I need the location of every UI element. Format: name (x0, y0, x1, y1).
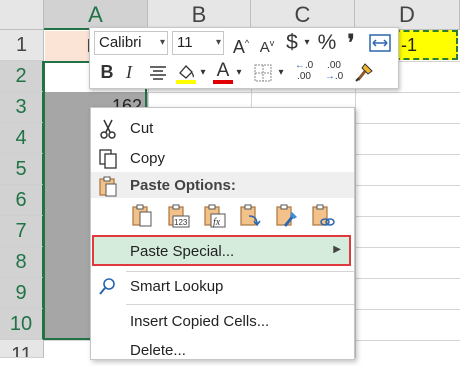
row-header-4[interactable]: 4 (0, 123, 44, 154)
cut-label: Cut (130, 120, 154, 137)
column-header-d[interactable]: D (355, 0, 460, 30)
copy-icon (99, 149, 117, 169)
menu-item-delete[interactable]: Delete... (91, 334, 354, 366)
paste-options-icons: 123 fx (127, 202, 349, 232)
menu-item-insert-copied-cells[interactable]: Insert Copied Cells... (91, 305, 354, 337)
paste-formatting-icon[interactable] (273, 202, 299, 230)
select-all-corner[interactable] (0, 0, 44, 30)
shrink-font-label: A (259, 39, 270, 56)
chevron-down-icon[interactable]: ▾ (234, 61, 244, 85)
paste-formulas-icon[interactable]: fx (201, 202, 227, 230)
scissors-icon (100, 119, 116, 139)
column-header-c[interactable]: C (251, 0, 355, 30)
shrink-font-button[interactable]: Av (256, 31, 278, 60)
paste-values-icon[interactable]: 123 (165, 202, 191, 230)
grow-font-label: A (232, 37, 245, 57)
clipboard-icon (99, 176, 117, 197)
mini-toolbar: Calibri ▾ 11 ▾ A^ Av $ ▾ % ❜ B I ▾ A ▾ ▾… (89, 27, 399, 89)
increase-decimal-label: .0 (304, 60, 314, 71)
paste-options-label: Paste Options: (130, 177, 236, 194)
italic-label: I (126, 62, 132, 82)
row-header-2[interactable]: 2 (0, 61, 44, 92)
menu-item-paste-special[interactable]: Paste Special... ▶ (92, 235, 351, 266)
merge-center-button[interactable] (369, 33, 391, 53)
paste-options-header: Paste Options: (91, 172, 354, 198)
percent-label: % (317, 31, 337, 54)
row-header-6[interactable]: 6 (0, 185, 44, 216)
menu-item-smart-lookup[interactable]: Smart Lookup (91, 270, 354, 302)
font-name-dropdown[interactable]: Calibri ▾ (94, 31, 168, 55)
percent-style-button[interactable]: % (315, 31, 339, 55)
decrease-decimal-label: .00 (327, 60, 341, 71)
chevron-down-icon[interactable]: ▾ (276, 61, 286, 85)
chevron-down-icon[interactable]: ▾ (302, 31, 312, 55)
svg-text:fx: fx (213, 217, 221, 228)
comma-label: ❜ (347, 30, 355, 55)
copy-label: Copy (130, 150, 166, 167)
row-header-11[interactable]: 11 (0, 340, 44, 358)
increase-decimal-label-bottom: .0 (334, 71, 344, 82)
row-header-7[interactable]: 7 (0, 216, 44, 247)
currency-label: $ (286, 31, 298, 54)
submenu-arrow-icon: ▶ (333, 244, 341, 255)
paste-icon[interactable] (129, 202, 155, 230)
borders-icon (254, 64, 272, 82)
svg-text:123: 123 (174, 218, 188, 227)
row-header-10[interactable]: 10 (0, 309, 44, 340)
paste-special-label: Paste Special... (130, 243, 235, 260)
chevron-down-icon[interactable]: ▾ (198, 61, 208, 85)
bold-label: B (100, 62, 114, 82)
font-size-dropdown[interactable]: 11 ▾ (172, 31, 224, 55)
decrease-decimal-label-top: .00 (297, 71, 311, 82)
format-painter-button[interactable] (352, 60, 376, 86)
column-header-b[interactable]: B (148, 0, 251, 30)
font-color-swatch (213, 80, 233, 84)
chevron-down-icon: ▾ (159, 37, 165, 48)
cell-d1-text: -1 (401, 35, 418, 55)
accounting-format-button[interactable]: $ (282, 31, 302, 55)
insert-copied-cells-label: Insert Copied Cells... (130, 313, 270, 330)
font-size-value: 11 (177, 34, 193, 51)
paste-link-icon[interactable] (309, 202, 335, 230)
chevron-down-icon: ▾ (215, 37, 221, 48)
comma-style-button[interactable]: ❜ (342, 31, 360, 55)
smart-lookup-label: Smart Lookup (130, 278, 224, 295)
borders-button[interactable] (252, 63, 274, 83)
row-header-9[interactable]: 9 (0, 278, 44, 309)
menu-item-copy[interactable]: Copy (91, 142, 354, 174)
decrease-decimal-button[interactable]: .00 →.0 (320, 60, 348, 86)
row-header-8[interactable]: 8 (0, 247, 44, 278)
context-menu: Cut Copy Paste Options: 123 fx Paste Spe… (90, 107, 355, 360)
row-header-1[interactable]: 1 (0, 30, 44, 61)
italic-button[interactable]: I (122, 60, 136, 84)
paintbrush-icon (355, 63, 373, 82)
merge-center-icon (369, 34, 391, 52)
delete-label: Delete... (130, 342, 186, 359)
font-color-label: A (216, 60, 230, 81)
paint-bucket-icon (176, 65, 196, 84)
align-center-icon (150, 66, 166, 80)
align-center-button[interactable] (148, 64, 168, 82)
grow-font-button[interactable]: A^ (230, 31, 252, 59)
column-header-a[interactable]: A (44, 0, 148, 30)
menu-item-cut[interactable]: Cut (91, 112, 354, 144)
bold-button[interactable]: B (98, 60, 116, 84)
search-icon (99, 278, 115, 295)
increase-decimal-button[interactable]: ←.0 .00 (290, 60, 318, 86)
font-color-button[interactable]: A (212, 58, 234, 86)
font-name-value: Calibri (99, 34, 142, 51)
row-header-3[interactable]: 3 (0, 92, 44, 123)
row-header-5[interactable]: 5 (0, 154, 44, 185)
fill-color-button[interactable] (174, 61, 198, 85)
paste-transpose-icon[interactable] (237, 202, 263, 230)
